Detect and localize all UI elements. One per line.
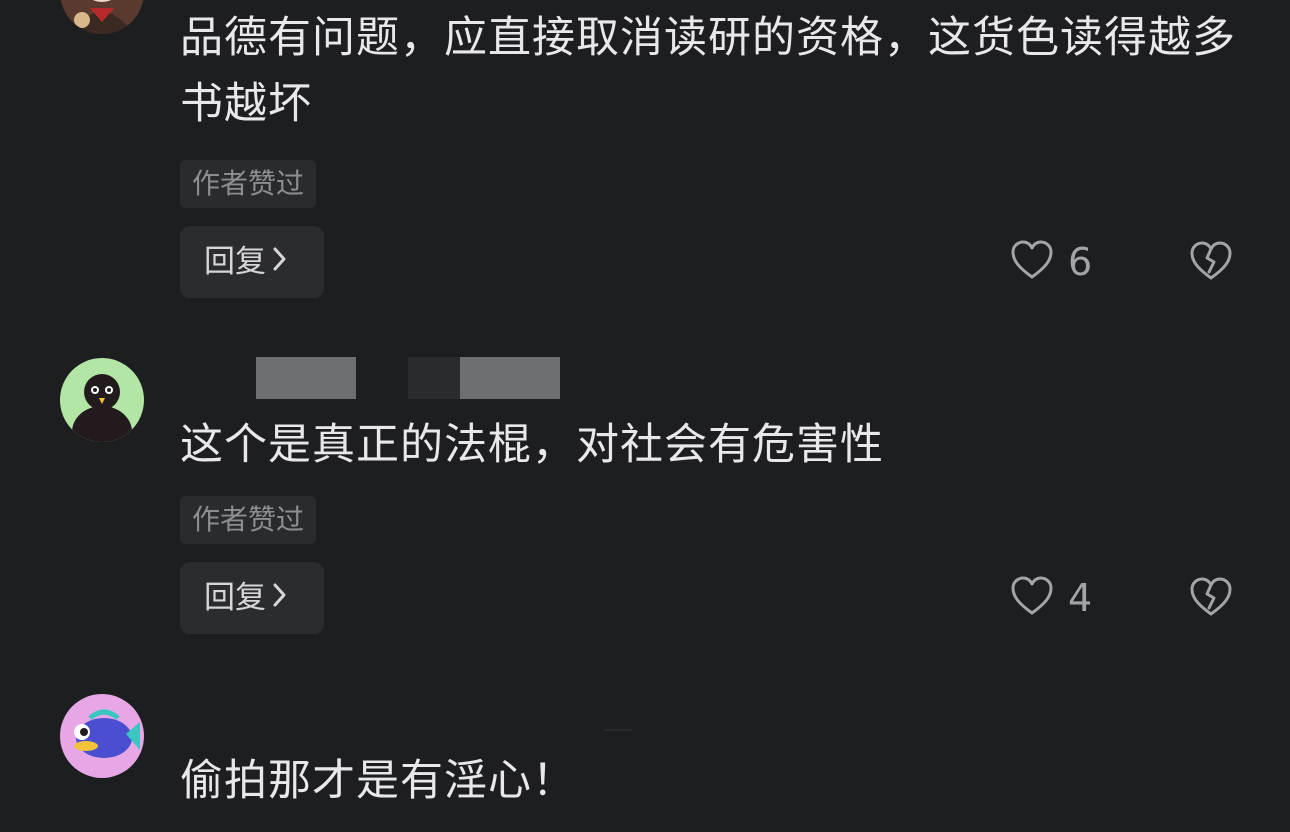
comment-item: 偷拍那才是有淫心！ <box>0 0 1290 832</box>
avatar[interactable] <box>60 694 144 778</box>
comment-text: 偷拍那才是有淫心！ <box>180 756 576 806</box>
redacted-username <box>604 729 632 731</box>
